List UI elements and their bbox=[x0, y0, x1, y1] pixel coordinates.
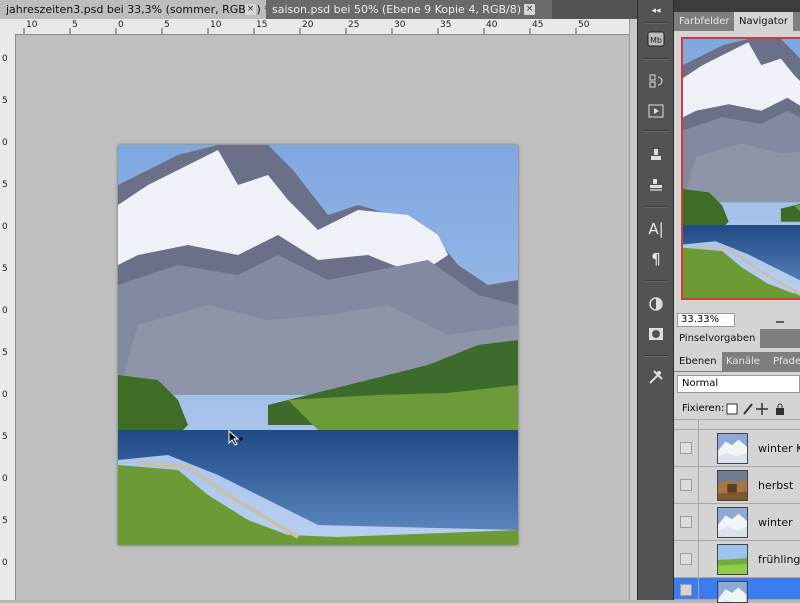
visibility-toggle[interactable] bbox=[680, 479, 692, 491]
paragraph-icon[interactable]: ¶ bbox=[646, 250, 666, 268]
move-cursor-icon bbox=[228, 430, 243, 446]
adjustments-icon[interactable] bbox=[646, 295, 666, 313]
zoom-out-icon[interactable] bbox=[774, 316, 800, 326]
visibility-toggle[interactable] bbox=[680, 553, 692, 565]
navigator-thumbnail bbox=[683, 39, 800, 298]
ruler-tick-label: 0 bbox=[2, 390, 8, 400]
divider bbox=[644, 355, 668, 357]
layer-thumbnail bbox=[717, 433, 748, 464]
ruler-tick-label: 45 bbox=[532, 20, 544, 30]
ruler-tick-label: 10 bbox=[210, 20, 222, 30]
layer-row[interactable]: winter bbox=[674, 504, 800, 541]
ruler-tick-label: 0 bbox=[2, 222, 8, 232]
ruler-tick-label: 30 bbox=[394, 20, 406, 30]
ruler-tick-label: 5 bbox=[2, 96, 8, 106]
brush-presets-panel-header: Pinselvorgaben bbox=[674, 329, 800, 348]
layer-name[interactable]: frühling bbox=[758, 541, 800, 578]
visibility-toggle[interactable] bbox=[680, 442, 692, 454]
ruler-tick-label: 5 bbox=[72, 20, 78, 30]
document-image[interactable] bbox=[118, 145, 518, 545]
ruler-tick-label: 5 bbox=[2, 432, 8, 442]
ruler-tick-label: 5 bbox=[2, 516, 8, 526]
vertical-ruler[interactable]: 0 5 0 5 0 5 0 5 0 5 0 5 0 bbox=[0, 34, 16, 600]
lock-label: Fixieren: bbox=[682, 403, 725, 414]
lock-icons bbox=[726, 403, 784, 415]
panel-icon-strip: ◂◂ Mb A| ¶ bbox=[637, 0, 674, 600]
ruler-tick-label: 25 bbox=[348, 20, 360, 30]
layer-thumbnail bbox=[717, 470, 748, 501]
tab-pfade[interactable]: Pfade bbox=[768, 352, 800, 371]
horizontal-ruler[interactable]: 10 5 0 5 10 15 20 25 30 35 40 45 50 bbox=[0, 19, 637, 35]
layer-row[interactable]: herbst bbox=[674, 467, 800, 504]
document-tab-saison[interactable]: saison.psd bei 50% (Ebene 9 Kopie 4, RGB… bbox=[266, 0, 552, 19]
layer-thumbnail bbox=[717, 507, 748, 538]
divider bbox=[644, 22, 668, 24]
tab-pinselvorgaben[interactable]: Pinselvorgaben bbox=[674, 329, 761, 348]
mini-bridge-icon[interactable]: Mb bbox=[646, 30, 666, 48]
blend-mode-select[interactable]: Normal bbox=[677, 375, 800, 393]
document-tab-label: saison.psd bei 50% (Ebene 9 Kopie 4, RGB… bbox=[272, 3, 531, 16]
zoom-field[interactable]: 33.33% bbox=[677, 313, 735, 327]
divider bbox=[644, 130, 668, 132]
layers-panel-tabs: Ebenen Kanäle Pfade bbox=[674, 352, 800, 372]
history-icon[interactable] bbox=[646, 72, 666, 90]
tools-icon[interactable] bbox=[646, 368, 666, 386]
clone-source-icon[interactable] bbox=[646, 146, 666, 164]
ruler-tick-label: 20 bbox=[302, 20, 314, 30]
divider bbox=[644, 206, 668, 208]
masks-icon[interactable] bbox=[646, 325, 666, 343]
ruler-tick-label: 0 bbox=[2, 54, 8, 64]
layer-row-selected[interactable] bbox=[674, 578, 800, 603]
ruler-tick-label: 5 bbox=[164, 20, 170, 30]
collapse-panels-icon[interactable]: ◂◂ bbox=[646, 2, 666, 20]
layer-name[interactable]: winter bbox=[758, 504, 793, 541]
document-tab-label: jahreszeiten3.psd bei 33,3% (sommer, RGB… bbox=[6, 3, 270, 16]
tab-ebenen[interactable]: Ebenen bbox=[674, 352, 722, 371]
ruler-tick-label: 0 bbox=[118, 20, 124, 30]
ruler-tick-label: 10 bbox=[26, 20, 38, 30]
actions-icon[interactable] bbox=[646, 102, 666, 120]
character-icon[interactable]: A| bbox=[646, 220, 666, 238]
visibility-toggle[interactable] bbox=[680, 584, 692, 596]
layer-row[interactable]: frühling bbox=[674, 541, 800, 578]
close-tab-icon[interactable]: × bbox=[245, 4, 256, 15]
layer-row-partial[interactable] bbox=[674, 420, 800, 430]
ruler-tick-label: 0 bbox=[2, 306, 8, 316]
ruler-tick-label: 5 bbox=[2, 348, 8, 358]
ruler-tick-label: 40 bbox=[486, 20, 498, 30]
tab-navigator[interactable]: Navigator bbox=[734, 12, 793, 31]
divider bbox=[644, 280, 668, 282]
layer-thumbnail bbox=[717, 544, 748, 575]
ruler-tick-label: 50 bbox=[578, 20, 590, 30]
document-tab-bar: jahreszeiten3.psd bei 33,3% (sommer, RGB… bbox=[0, 0, 637, 19]
ruler-tick-label: 0 bbox=[2, 138, 8, 148]
visibility-toggle[interactable] bbox=[680, 516, 692, 528]
layer-row[interactable]: winter Ko bbox=[674, 430, 800, 467]
ruler-tick-label: 35 bbox=[440, 20, 452, 30]
tab-farbfelder[interactable]: Farbfelder bbox=[674, 12, 734, 31]
layer-name[interactable]: herbst bbox=[758, 467, 793, 504]
svg-text:Mb: Mb bbox=[650, 36, 662, 45]
tab-kanaele[interactable]: Kanäle bbox=[721, 352, 765, 371]
panel-dock-header[interactable] bbox=[674, 0, 800, 12]
ruler-tick-label: 0 bbox=[2, 474, 8, 484]
close-tab-icon[interactable]: × bbox=[524, 4, 535, 15]
ruler-tick-label: 5 bbox=[2, 180, 8, 190]
document-tab-jahreszeiten[interactable]: jahreszeiten3.psd bei 33,3% (sommer, RGB… bbox=[0, 0, 275, 19]
ruler-tick-label: 0 bbox=[2, 558, 8, 568]
navigator-panel-tabs: Farbfelder Navigator bbox=[674, 12, 800, 31]
layer-name[interactable]: winter Ko bbox=[758, 430, 800, 467]
ruler-tick-label: 5 bbox=[2, 264, 8, 274]
lock-row: Fixieren: bbox=[674, 398, 800, 420]
ruler-tick-label: 15 bbox=[256, 20, 268, 30]
navigator-preview[interactable] bbox=[681, 37, 800, 300]
tool-presets-icon[interactable] bbox=[646, 176, 666, 194]
divider bbox=[644, 58, 668, 60]
